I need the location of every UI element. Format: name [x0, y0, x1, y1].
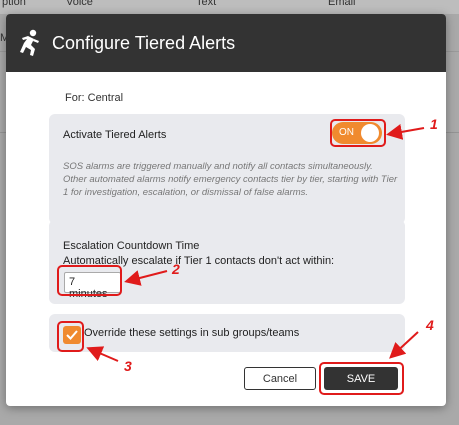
annotation-arrow-1 [386, 124, 425, 140]
annotation-arrow-4 [389, 331, 419, 359]
annotation-arrow-3 [86, 346, 119, 362]
annotation-number-1: 1 [430, 116, 438, 132]
annotation-arrows [86, 124, 425, 362]
annotation-arrow-2 [124, 270, 168, 286]
annotation-number-4: 4 [426, 317, 434, 333]
annotation-number-3: 3 [124, 358, 132, 374]
annotation-number-2: 2 [172, 261, 180, 277]
